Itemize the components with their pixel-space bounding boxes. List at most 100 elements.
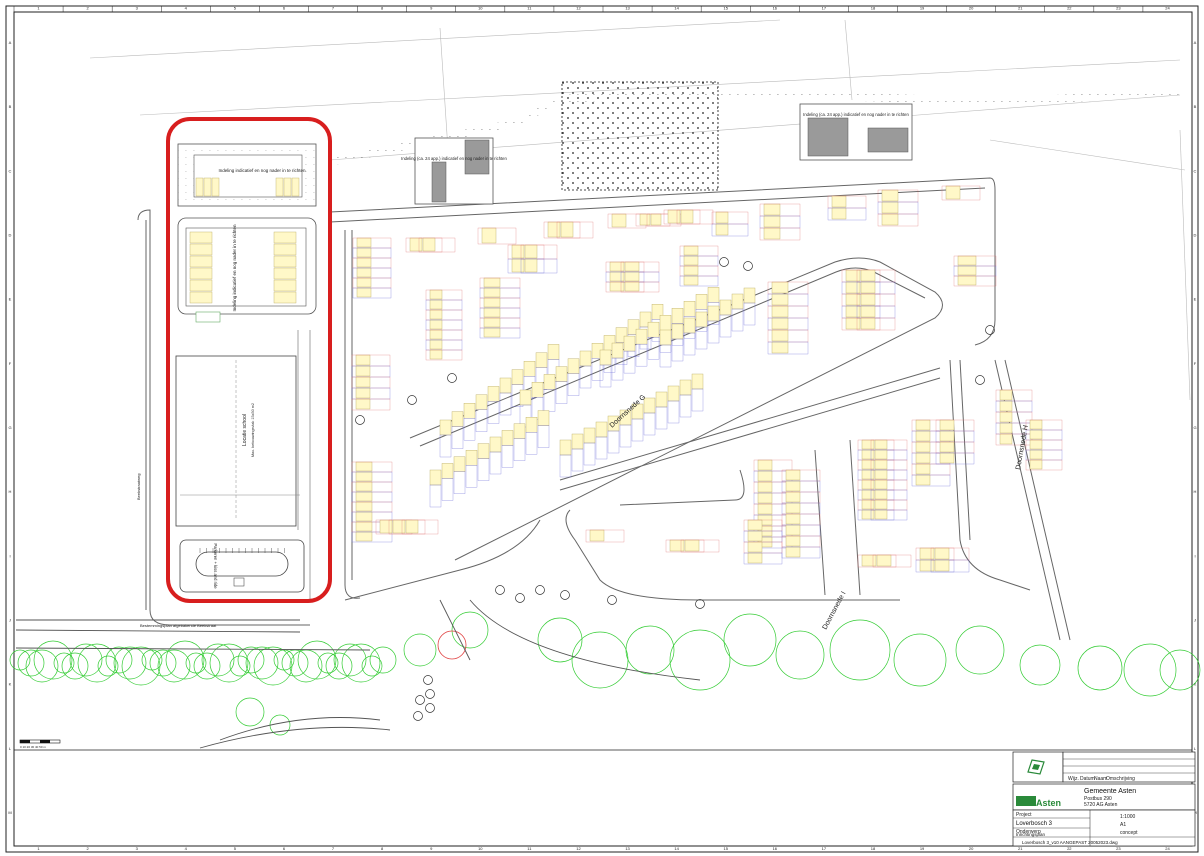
house-unit (874, 509, 888, 520)
house-unit (189, 291, 213, 304)
house-unit (860, 305, 876, 318)
house-unit (429, 349, 443, 360)
column-number: 24 (1165, 6, 1170, 11)
tree-canopy (775, 630, 825, 680)
parcel-outline (607, 430, 620, 454)
house-unit (934, 547, 950, 560)
house-unit (1029, 419, 1043, 430)
tree-canopy (77, 643, 117, 683)
house-unit (881, 201, 899, 214)
house-unit (595, 421, 608, 438)
column-number: 3 (136, 846, 139, 851)
house-unit (763, 227, 781, 240)
row-letter: I (1194, 553, 1195, 558)
tree-canopy (281, 649, 309, 677)
row-letter: G (8, 425, 11, 430)
house-unit (957, 255, 977, 266)
house-unit (915, 441, 931, 453)
parcel-outline (537, 425, 550, 448)
parcel-outline (683, 332, 696, 356)
house-unit (429, 309, 443, 320)
house-unit (647, 321, 660, 338)
house-unit (845, 305, 861, 318)
house-unit (919, 559, 935, 572)
parcel-outline (489, 451, 502, 475)
tree-canopy (537, 617, 583, 663)
column-number: 6 (283, 846, 286, 851)
house-unit (874, 449, 888, 460)
house-unit (845, 269, 861, 282)
column-number: 11 (527, 846, 532, 851)
house-unit (771, 305, 789, 318)
house-unit (355, 481, 373, 492)
house-unit (881, 189, 899, 202)
scale-bar: 0 10 20 30 40 50 m (19, 739, 61, 749)
parcel-outline (501, 445, 514, 468)
house-unit (763, 203, 781, 216)
tree-symbol (355, 415, 365, 425)
row-letter: M (8, 810, 11, 815)
tree-canopy (245, 646, 279, 680)
tree-canopy (53, 652, 75, 674)
tree-canopy (829, 619, 891, 681)
house-unit (451, 411, 464, 427)
house-unit (999, 411, 1013, 423)
parcel-outline (543, 389, 556, 412)
house-unit (771, 317, 789, 330)
row-letter: H (1194, 489, 1197, 494)
house-unit (671, 323, 684, 340)
house-unit (679, 379, 692, 396)
house-unit (355, 398, 371, 410)
tree-canopy (369, 646, 397, 674)
house-unit (392, 519, 406, 534)
tree-canopy (571, 631, 629, 689)
house-unit (915, 463, 931, 475)
house-unit (273, 291, 297, 304)
tree-symbol (515, 593, 525, 603)
house-unit (771, 293, 789, 306)
tree-canopy (297, 640, 337, 680)
house-unit (483, 297, 501, 308)
column-number: 16 (773, 6, 778, 11)
house-unit (771, 341, 789, 354)
house-unit (624, 261, 640, 272)
house-unit (639, 213, 651, 226)
house-unit (409, 237, 423, 252)
house-unit (441, 463, 454, 479)
municipality-name: Gemeente Asten (1084, 788, 1136, 795)
house-unit (465, 450, 478, 466)
house-unit (743, 287, 756, 304)
house-unit (845, 281, 861, 294)
house-unit (785, 524, 801, 536)
tree-symbol (425, 689, 435, 699)
house-unit (611, 213, 627, 228)
tree-symbol (975, 375, 985, 385)
house-unit (355, 491, 373, 502)
house-unit (623, 335, 636, 352)
content-value: Inrichtingsplan (1016, 832, 1046, 837)
house-unit (683, 265, 699, 276)
label-school-sub: Max. bebouwingsvlak 15x50 m2 (251, 403, 255, 457)
tree-symbol (447, 373, 457, 383)
house-unit (757, 481, 773, 493)
parcel-outline (441, 478, 454, 501)
parcel-outline (559, 454, 572, 478)
house-unit (999, 400, 1013, 412)
house-unit (543, 374, 556, 390)
housing-blocks (351, 185, 1063, 573)
house-unit (669, 539, 685, 552)
house-unit (429, 339, 443, 350)
parcel-outline (429, 484, 442, 508)
column-number: 7 (332, 846, 335, 851)
tree-canopy (157, 649, 191, 683)
house-unit (999, 422, 1013, 434)
parcel-outline (525, 432, 538, 455)
tree-canopy (193, 652, 221, 680)
house-unit (487, 386, 500, 402)
house-unit (785, 546, 801, 558)
house-unit (513, 423, 526, 439)
tree-canopy (165, 640, 205, 680)
column-number: 4 (185, 846, 188, 851)
tree-canopy (61, 652, 89, 680)
house-unit (439, 419, 452, 436)
